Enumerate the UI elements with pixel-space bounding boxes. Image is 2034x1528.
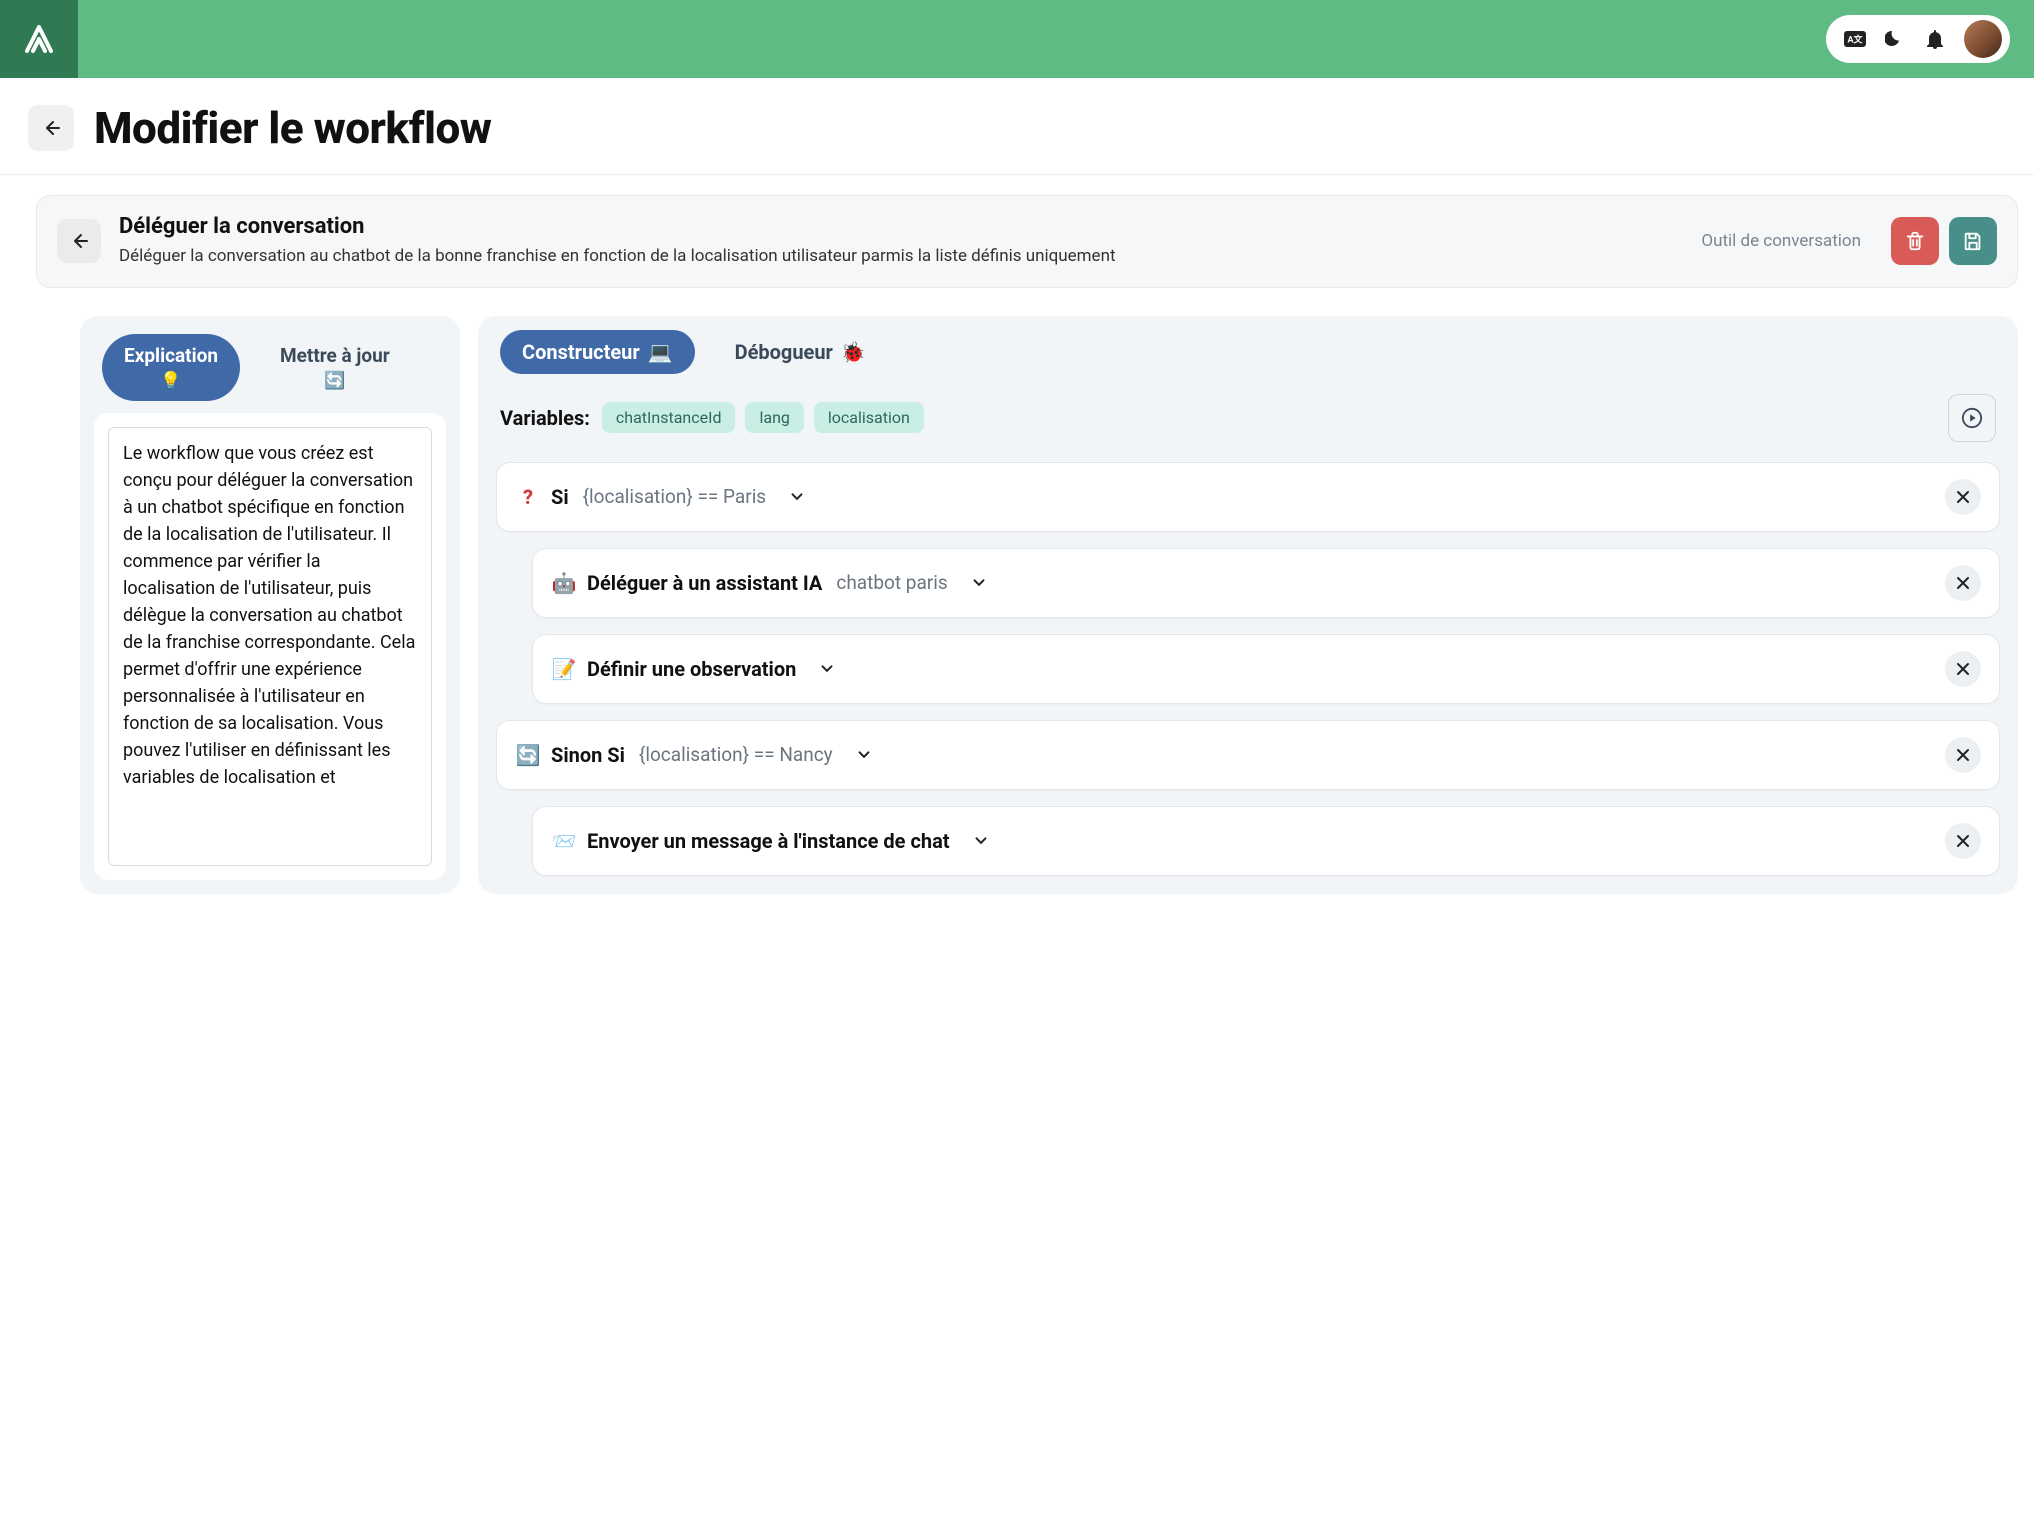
- close-icon: [1955, 833, 1971, 849]
- run-workflow-button[interactable]: [1948, 394, 1996, 442]
- expand-step-button[interactable]: [788, 488, 806, 506]
- note-icon: 📝: [551, 657, 577, 681]
- step-title: Définir une observation: [587, 657, 796, 681]
- explanation-text: Le workflow que vous créez est conçu pou…: [123, 440, 417, 791]
- left-tabs: Explication 💡 Mettre à jour 🔄: [94, 330, 446, 413]
- play-icon: [1961, 407, 1983, 429]
- tab-label: Débogueur: [735, 340, 833, 364]
- workflow-steps: ? Si {localisation} == Paris 🤖 Déléguer …: [496, 462, 2000, 876]
- step-title: Déléguer à un assistant IA: [587, 571, 822, 595]
- workflow-description: Déléguer la conversation au chatbot de l…: [119, 245, 1683, 269]
- tab-label: Constructeur: [522, 340, 640, 364]
- step-observation[interactable]: 📝 Définir une observation: [532, 634, 2000, 704]
- right-tabs: Constructeur 💻 Débogueur 🐞: [496, 330, 2000, 374]
- step-if[interactable]: ? Si {localisation} == Paris: [496, 462, 2000, 532]
- workflow-title: Déléguer la conversation: [119, 214, 1683, 239]
- topbar: A文: [0, 0, 2034, 78]
- delete-workflow-button[interactable]: [1891, 217, 1939, 265]
- remove-step-button[interactable]: [1945, 737, 1981, 773]
- workflow-header-card: Déléguer la conversation Déléguer la con…: [36, 195, 2018, 288]
- chevron-down-icon: [788, 488, 806, 506]
- expand-step-button[interactable]: [855, 746, 873, 764]
- page-header: Modifier le workflow: [0, 78, 2034, 175]
- close-icon: [1955, 489, 1971, 505]
- question-icon: ?: [515, 485, 541, 509]
- trash-icon: [1904, 230, 1926, 252]
- refresh-icon: 🔄: [324, 371, 345, 391]
- remove-step-button[interactable]: [1945, 565, 1981, 601]
- page-title: Modifier le workflow: [94, 102, 491, 154]
- close-icon: [1955, 661, 1971, 677]
- remove-step-button[interactable]: [1945, 479, 1981, 515]
- chevron-down-icon: [855, 746, 873, 764]
- user-avatar[interactable]: [1964, 20, 2002, 58]
- variable-chip[interactable]: chatInstanceId: [602, 402, 736, 433]
- step-else-if[interactable]: 🔄 Sinon Si {localisation} == Nancy: [496, 720, 2000, 790]
- translate-icon[interactable]: A文: [1844, 28, 1866, 50]
- tab-builder[interactable]: Constructeur 💻: [500, 330, 695, 374]
- logo-icon: [19, 19, 59, 59]
- chevron-down-icon: [972, 832, 990, 850]
- step-title: Sinon Si: [551, 743, 625, 767]
- explanation-textarea[interactable]: Le workflow que vous créez est conçu pou…: [108, 427, 432, 866]
- refresh-icon: 🔄: [515, 743, 541, 767]
- variables-row: Variables: chatInstanceId lang localisat…: [496, 390, 2000, 442]
- workflow-back-button[interactable]: [57, 219, 101, 263]
- arrow-left-icon: [69, 231, 89, 251]
- chevron-down-icon: [818, 660, 836, 678]
- arrow-left-icon: [41, 118, 61, 138]
- expand-step-button[interactable]: [818, 660, 836, 678]
- step-delegate[interactable]: 🤖 Déléguer à un assistant IA chatbot par…: [532, 548, 2000, 618]
- lightbulb-icon: 💡: [160, 371, 181, 391]
- app-logo[interactable]: [0, 0, 78, 78]
- svg-text:A文: A文: [1847, 34, 1863, 46]
- step-send-message[interactable]: 📨 Envoyer un message à l'instance de cha…: [532, 806, 2000, 876]
- variable-chips: chatInstanceId lang localisation: [602, 402, 1936, 433]
- workflow-actions: [1891, 217, 1997, 265]
- laptop-icon: 💻: [648, 340, 673, 364]
- mailbox-icon: 📨: [551, 829, 577, 853]
- remove-step-button[interactable]: [1945, 651, 1981, 687]
- workflow-type-badge: Outil de conversation: [1701, 230, 1861, 252]
- back-button[interactable]: [28, 105, 74, 151]
- variable-chip[interactable]: lang: [745, 402, 803, 433]
- step-expression: chatbot paris: [836, 571, 947, 594]
- close-icon: [1955, 747, 1971, 763]
- step-expression: {localisation} == Nancy: [639, 743, 833, 766]
- explanation-card: Le workflow que vous créez est conçu pou…: [94, 413, 446, 880]
- step-title: Envoyer un message à l'instance de chat: [587, 829, 950, 853]
- bug-icon: 🐞: [841, 340, 866, 364]
- tab-update[interactable]: Mettre à jour 🔄: [258, 334, 412, 401]
- dark-mode-icon[interactable]: [1884, 28, 1906, 50]
- step-title: Si: [551, 485, 569, 509]
- right-panel: Constructeur 💻 Débogueur 🐞 Variables: ch…: [478, 316, 2018, 894]
- left-panel: Explication 💡 Mettre à jour 🔄 Le workflo…: [80, 316, 460, 894]
- save-icon: [1962, 230, 1984, 252]
- topbar-actions: A文: [1826, 15, 2010, 63]
- tab-label: Explication: [124, 344, 218, 367]
- robot-icon: 🤖: [551, 571, 577, 595]
- tab-debugger[interactable]: Débogueur 🐞: [713, 330, 888, 374]
- expand-step-button[interactable]: [972, 832, 990, 850]
- notifications-icon[interactable]: [1924, 28, 1946, 50]
- variable-chip[interactable]: localisation: [814, 402, 924, 433]
- tab-explanation[interactable]: Explication 💡: [102, 334, 240, 401]
- variables-label: Variables:: [500, 406, 590, 430]
- remove-step-button[interactable]: [1945, 823, 1981, 859]
- close-icon: [1955, 575, 1971, 591]
- expand-step-button[interactable]: [970, 574, 988, 592]
- tab-label: Mettre à jour: [280, 344, 390, 367]
- main-columns: Explication 💡 Mettre à jour 🔄 Le workflo…: [0, 288, 2034, 894]
- step-expression: {localisation} == Paris: [583, 485, 767, 508]
- workflow-info: Déléguer la conversation Déléguer la con…: [119, 214, 1683, 269]
- chevron-down-icon: [970, 574, 988, 592]
- save-workflow-button[interactable]: [1949, 217, 1997, 265]
